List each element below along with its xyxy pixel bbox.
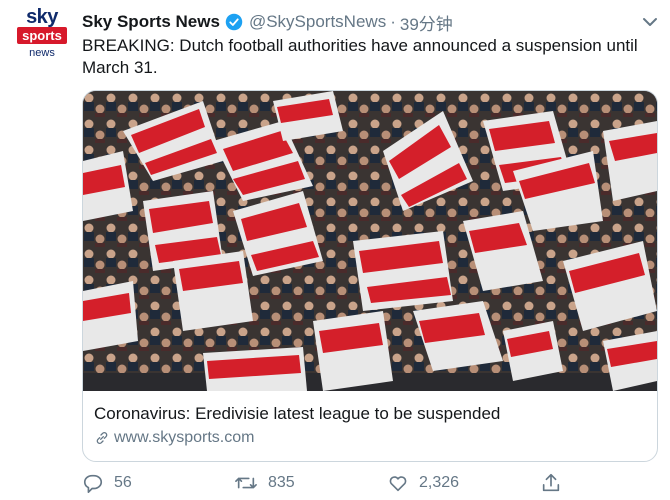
retweet-icon: [235, 477, 257, 489]
separator: ·: [390, 12, 396, 31]
share-icon: [542, 473, 560, 492]
verified-icon: [225, 13, 243, 31]
like-count: 2,326: [419, 474, 460, 491]
card-image[interactable]: [83, 91, 657, 391]
card-url[interactable]: www.skysports.com: [114, 429, 254, 447]
reply-icon: [83, 474, 103, 493]
reply-button[interactable]: 56: [82, 472, 132, 494]
like-button[interactable]: 2,326: [387, 472, 459, 494]
logo-sports: sports: [17, 27, 67, 44]
link-card[interactable]: Coronavirus: Eredivisie latest league to…: [82, 90, 658, 462]
tweet-header: Sky Sports News @SkySportsNews · 39分钟: [82, 10, 650, 35]
action-bar: 56 835 2,326: [82, 472, 582, 496]
logo-news: news: [29, 47, 55, 59]
retweet-button[interactable]: 835: [234, 472, 295, 494]
account-handle[interactable]: @SkySportsNews: [249, 12, 386, 32]
share-button[interactable]: [540, 472, 572, 494]
logo-sky: sky: [26, 6, 58, 28]
card-link[interactable]: www.skysports.com: [94, 429, 254, 447]
account-name[interactable]: Sky Sports News: [82, 12, 220, 32]
retweet-count: 835: [268, 474, 295, 491]
avatar[interactable]: sky sports news: [14, 6, 70, 64]
link-icon: [96, 432, 108, 444]
tweet-text: BREAKING: Dutch football authorities hav…: [82, 36, 638, 77]
reply-count: 56: [114, 474, 132, 491]
heart-icon: [389, 476, 407, 492]
timestamp[interactable]: 39分钟: [400, 10, 453, 35]
chevron-down-icon[interactable]: [640, 12, 660, 32]
card-title[interactable]: Coronavirus: Eredivisie latest league to…: [94, 404, 500, 424]
